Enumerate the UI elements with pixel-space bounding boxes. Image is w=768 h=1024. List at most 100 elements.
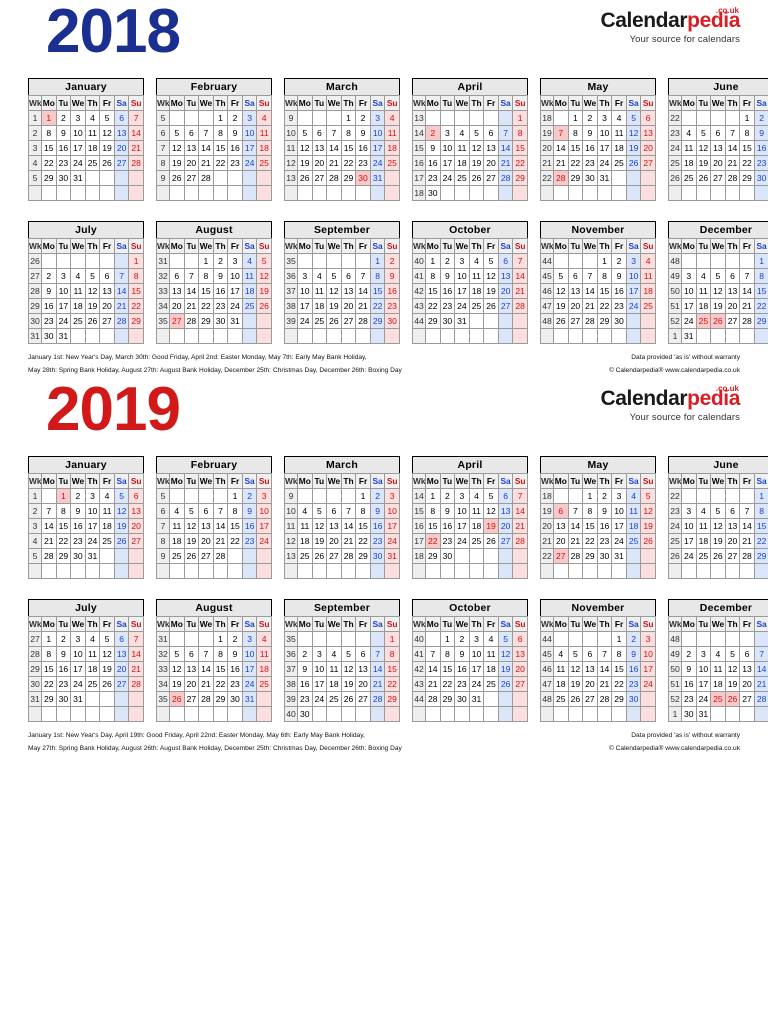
day-cell: 2 [454,631,470,647]
weekday-header-we: We [198,238,214,254]
day-cell: 9 [241,503,258,519]
week-number-cell: 46 [540,661,554,677]
day-cell: 29 [128,313,144,329]
month-table: JuneWkMoTuWeThFrSaSu22123234567891024111… [668,78,768,201]
day-cell: 4 [256,110,272,126]
month-title: January [28,456,144,473]
day-cell-empty [169,185,185,201]
weekday-header-we: We [454,95,470,111]
month-title: December [668,221,768,238]
day-cell-empty [625,185,642,201]
week-number-cell: 18 [412,548,426,564]
week-number-cell: 14 [412,488,426,504]
month-table: October Wk Mo Tu We Th Fr Sa Su 40 1 2 3 4 5 6 7 41 8 9 10 11… [412,221,528,344]
weekday-header-su: Su [128,95,144,111]
day-cell: 22 [425,298,441,314]
weekday-header-su: Su [640,238,656,254]
day-cell: 12 [483,268,499,284]
day-cell-empty [326,706,342,722]
week-row: 41 7 8 9 10 11 12 13 [412,646,528,662]
day-cell: 27 [113,155,130,171]
day-cell: 7 [567,503,584,519]
week-number-header: Wk [668,473,682,489]
day-cell-empty [753,563,768,579]
day-cell: 1 [611,631,627,647]
day-cell: 14 [355,283,371,299]
calendarpedia-logo[interactable]: Calendarpedia .co.uk Your source for calen… [600,7,740,45]
weekday-header-su: Su [256,616,272,632]
week-number-cell: 44 [412,691,426,707]
day-cell: 28 [582,313,598,329]
day-cell-empty [311,253,328,269]
day-cell: 11 [169,518,185,534]
day-cell: 1 [355,488,371,504]
day-cell: 19 [468,155,485,171]
day-cell-empty [212,170,229,186]
week-number-cell: 31 [28,691,42,707]
weekday-header-we: We [326,473,342,489]
day-cell: 29 [596,313,613,329]
day-cell: 30 [384,313,400,329]
day-cell: 10 [241,125,258,141]
day-cell: 24 [241,676,258,692]
week-number-cell: 31 [156,253,170,269]
day-cell: 12 [710,518,726,534]
week-number-cell: 44 [540,253,554,269]
day-cell: 14 [567,518,584,534]
day-cell: 3 [70,631,86,647]
weekday-header-th: Th [212,616,229,632]
day-cell: 17 [297,298,313,314]
day-cell: 9 [227,125,243,141]
week-number-cell [540,185,554,201]
day-cell-empty [169,253,185,269]
day-cell: 2 [55,110,72,126]
day-cell: 11 [241,268,258,284]
day-cell: 26 [183,548,200,564]
day-cell: 10 [384,503,400,519]
day-cell-empty [596,185,613,201]
week-number-cell: 9 [284,110,298,126]
day-cell: 26 [483,533,499,549]
weekday-header-su: Su [384,238,400,254]
day-cell-empty [596,328,613,344]
weekday-header-th: Th [212,473,229,489]
day-cell-empty [384,170,400,186]
day-cell-empty [625,548,642,564]
day-cell: 12 [84,283,101,299]
day-cell: 2 [681,646,697,662]
day-cell: 4 [695,503,712,519]
weekday-header-mo: Mo [425,473,441,489]
day-cell: 25 [256,155,272,171]
week-number-header: Wk [412,238,426,254]
week-number-header: Wk [540,473,554,489]
calendarpedia-logo[interactable]: Calendarpedia .co.uk Your source for calen… [600,385,740,423]
week-row: 18 1 2 3 4 5 [540,488,656,504]
day-cell: 30 [596,548,613,564]
weekday-header-tu: Tu [439,616,456,632]
day-cell: 27 [724,313,741,329]
day-cell: 23 [227,676,243,692]
week-row: 37 10 11 12 13 14 15 16 [284,283,400,299]
day-cell-empty [128,691,144,707]
week-number-header: Wk [28,616,42,632]
weekday-header-tu: Tu [311,616,328,632]
day-cell: 31 [695,706,712,722]
day-cell-empty [297,488,313,504]
day-cell: 5 [99,631,115,647]
day-cell: 4 [256,631,272,647]
year-block-2018: 20 18 Calendarpedia .co.uk Your source for c… [0,0,768,378]
week-number-cell: 34 [156,298,170,314]
day-cell: 24 [256,533,272,549]
day-cell: 13 [724,283,741,299]
day-cell: 18 [384,140,400,156]
day-cell: 22 [425,533,441,549]
day-cell-empty [369,706,386,722]
day-cell: 26 [169,170,185,186]
day-cell: 13 [512,646,528,662]
day-cell: 1 [512,110,528,126]
day-cell: 27 [710,170,726,186]
day-cell: 7 [753,646,768,662]
week-number-cell: 37 [284,661,298,677]
day-cell: 3 [241,631,258,647]
day-cell: 20 [640,140,656,156]
